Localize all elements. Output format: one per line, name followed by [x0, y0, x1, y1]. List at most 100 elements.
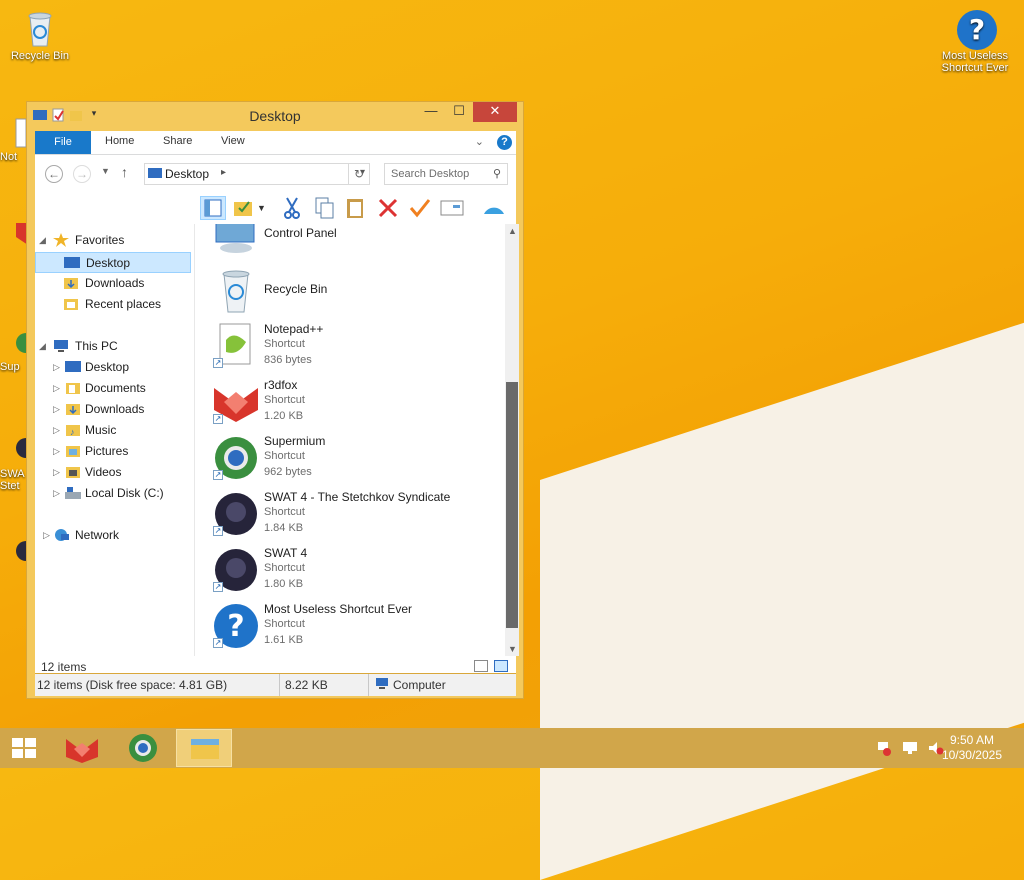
title-bar[interactable]: ▾ Desktop — ☐ ✕: [27, 102, 523, 130]
expand-icon[interactable]: ▷: [53, 357, 60, 378]
pictures-folder-icon: [65, 444, 81, 458]
details-view-icon[interactable]: [474, 660, 488, 672]
properties-button-icon[interactable]: [439, 196, 465, 220]
desktop-icon-recycle-bin[interactable]: Recycle Bin: [0, 8, 80, 62]
nav-network[interactable]: ▷ Network: [35, 525, 191, 546]
shortcut-arrow-icon: ↗: [213, 638, 223, 648]
large-icons-view-icon[interactable]: [494, 660, 508, 672]
recycle-bin-icon: [212, 266, 260, 314]
nav-pc-downloads[interactable]: ▷ Downloads: [35, 399, 191, 420]
nav-pc-local-disk[interactable]: ▷ Local Disk (C:): [35, 483, 191, 504]
expand-icon[interactable]: ▷: [43, 525, 50, 546]
action-center-flag-icon[interactable]: [876, 740, 892, 756]
minimize-button[interactable]: —: [417, 102, 445, 122]
folder-checkbox-icon[interactable]: [231, 196, 257, 220]
maximize-button[interactable]: ☐: [445, 102, 473, 122]
list-item[interactable]: ↗ r3dfox Shortcut 1.20 KB: [212, 376, 500, 430]
selection-size: 8.22 KB: [285, 678, 328, 692]
shell-icon[interactable]: [481, 196, 507, 220]
cut-icon[interactable]: [279, 196, 305, 220]
desktop-icon-label: SWA: [0, 468, 25, 480]
expand-icon[interactable]: ▷: [53, 483, 60, 504]
scroll-up-icon[interactable]: ▲: [508, 226, 517, 236]
nav-pc-pictures[interactable]: ▷ Pictures: [35, 441, 191, 462]
r3dfox-icon: ↗: [212, 378, 260, 426]
tab-view[interactable]: View: [221, 135, 245, 147]
help-icon[interactable]: ?: [497, 135, 512, 150]
ribbon-expand-icon[interactable]: ⌄: [475, 135, 484, 148]
nav-pc-documents[interactable]: ▷ Documents: [35, 378, 191, 399]
network-status-icon[interactable]: [902, 740, 918, 756]
taskbar-supermium[interactable]: [115, 729, 171, 767]
explorer-window: ▾ Desktop — ☐ ✕ File Home Share View ⌄ ?…: [26, 101, 524, 699]
nav-favorites-desktop[interactable]: Desktop: [35, 252, 191, 273]
address-bar[interactable]: Desktop ▸ ▾: [144, 163, 370, 185]
rename-check-icon[interactable]: [407, 196, 433, 220]
breadcrumb-arrow-icon[interactable]: ▸: [221, 167, 226, 178]
scroll-down-icon[interactable]: ▼: [508, 644, 517, 654]
list-item[interactable]: Recycle Bin: [212, 264, 500, 318]
paste-icon[interactable]: [343, 196, 369, 220]
shortcut-arrow-icon: ↗: [213, 582, 223, 592]
nav-pc-videos[interactable]: ▷ Videos: [35, 462, 191, 483]
question-icon: ? ↗: [212, 602, 260, 650]
refresh-button[interactable]: ↻: [348, 163, 370, 185]
folder-options-dropdown-icon[interactable]: ▼: [257, 196, 271, 220]
navigation-pane-button[interactable]: [200, 196, 226, 220]
delete-icon[interactable]: [375, 196, 401, 220]
downloads-folder-icon: [65, 402, 81, 416]
file-name: SWAT 4 - The Stetchkov Syndicate: [264, 490, 451, 504]
file-type: Shortcut: [264, 562, 305, 574]
expand-icon[interactable]: ▷: [53, 378, 60, 399]
back-button[interactable]: ←: [45, 165, 63, 183]
forward-button[interactable]: →: [73, 165, 91, 183]
up-button[interactable]: ↑: [121, 164, 128, 180]
copy-icon[interactable]: [311, 196, 337, 220]
file-size: 836 bytes: [264, 354, 312, 366]
list-item[interactable]: ↗ Notepad++ Shortcut 836 bytes: [212, 320, 500, 374]
vertical-scrollbar[interactable]: ▲ ▼: [505, 224, 519, 656]
start-button[interactable]: [10, 736, 38, 760]
system-clock[interactable]: 9:50 AM 10/30/2025: [942, 733, 1002, 763]
tab-share[interactable]: Share: [163, 135, 192, 147]
list-item[interactable]: ? ↗ Most Useless Shortcut Ever Shortcut …: [212, 600, 500, 654]
shortcut-arrow-icon: ↗: [213, 470, 223, 480]
scroll-thumb[interactable]: [506, 382, 518, 628]
expand-icon[interactable]: ▷: [53, 441, 60, 462]
file-size: 1.61 KB: [264, 634, 304, 646]
list-item[interactable]: ↗ SWAT 4 Shortcut 1.80 KB: [212, 544, 500, 598]
expand-icon[interactable]: ▷: [53, 420, 60, 441]
file-size: 1.20 KB: [264, 410, 304, 422]
list-item[interactable]: ↗ Supermium Shortcut 962 bytes: [212, 432, 500, 486]
taskbar-r3dfox[interactable]: [54, 729, 110, 767]
close-button[interactable]: ✕: [473, 102, 517, 122]
nav-favorites-recent-places[interactable]: Recent places: [35, 294, 191, 315]
question-icon: ?: [955, 8, 997, 50]
list-item[interactable]: Control Panel: [212, 224, 500, 260]
collapse-icon[interactable]: ◢: [39, 336, 46, 357]
file-type: Shortcut: [264, 618, 305, 630]
list-item[interactable]: ↗ SWAT 4 - The Stetchkov Syndicate Short…: [212, 488, 500, 542]
taskbar-file-explorer[interactable]: [176, 729, 232, 767]
expand-icon[interactable]: ▷: [53, 399, 60, 420]
disk-info: 12 items (Disk free space: 4.81 GB): [37, 678, 228, 692]
tab-home[interactable]: Home: [105, 135, 134, 147]
item-count: 12 items: [41, 660, 87, 674]
file-type: Shortcut: [264, 338, 305, 350]
svg-text:♪: ♪: [70, 427, 75, 437]
search-box[interactable]: Search Desktop ⚲: [384, 163, 508, 185]
recent-locations-icon[interactable]: ▼: [101, 166, 110, 176]
desktop-icon-most-useless-shortcut[interactable]: ? Most Useless Shortcut Ever: [935, 8, 1015, 74]
nav-favorites[interactable]: ◢ Favorites: [35, 230, 191, 251]
nav-pc-desktop[interactable]: ▷ Desktop: [35, 357, 191, 378]
svg-text:?: ?: [969, 13, 985, 46]
tab-file[interactable]: File: [35, 131, 91, 154]
svg-text:?: ?: [227, 609, 244, 644]
nav-this-pc[interactable]: ◢ This PC: [35, 336, 191, 357]
nav-pc-music[interactable]: ▷ ♪ Music: [35, 420, 191, 441]
file-name: Supermium: [264, 434, 326, 448]
recent-places-icon: [63, 297, 79, 311]
collapse-icon[interactable]: ◢: [39, 230, 46, 251]
nav-favorites-downloads[interactable]: Downloads: [35, 273, 191, 294]
expand-icon[interactable]: ▷: [53, 462, 60, 483]
